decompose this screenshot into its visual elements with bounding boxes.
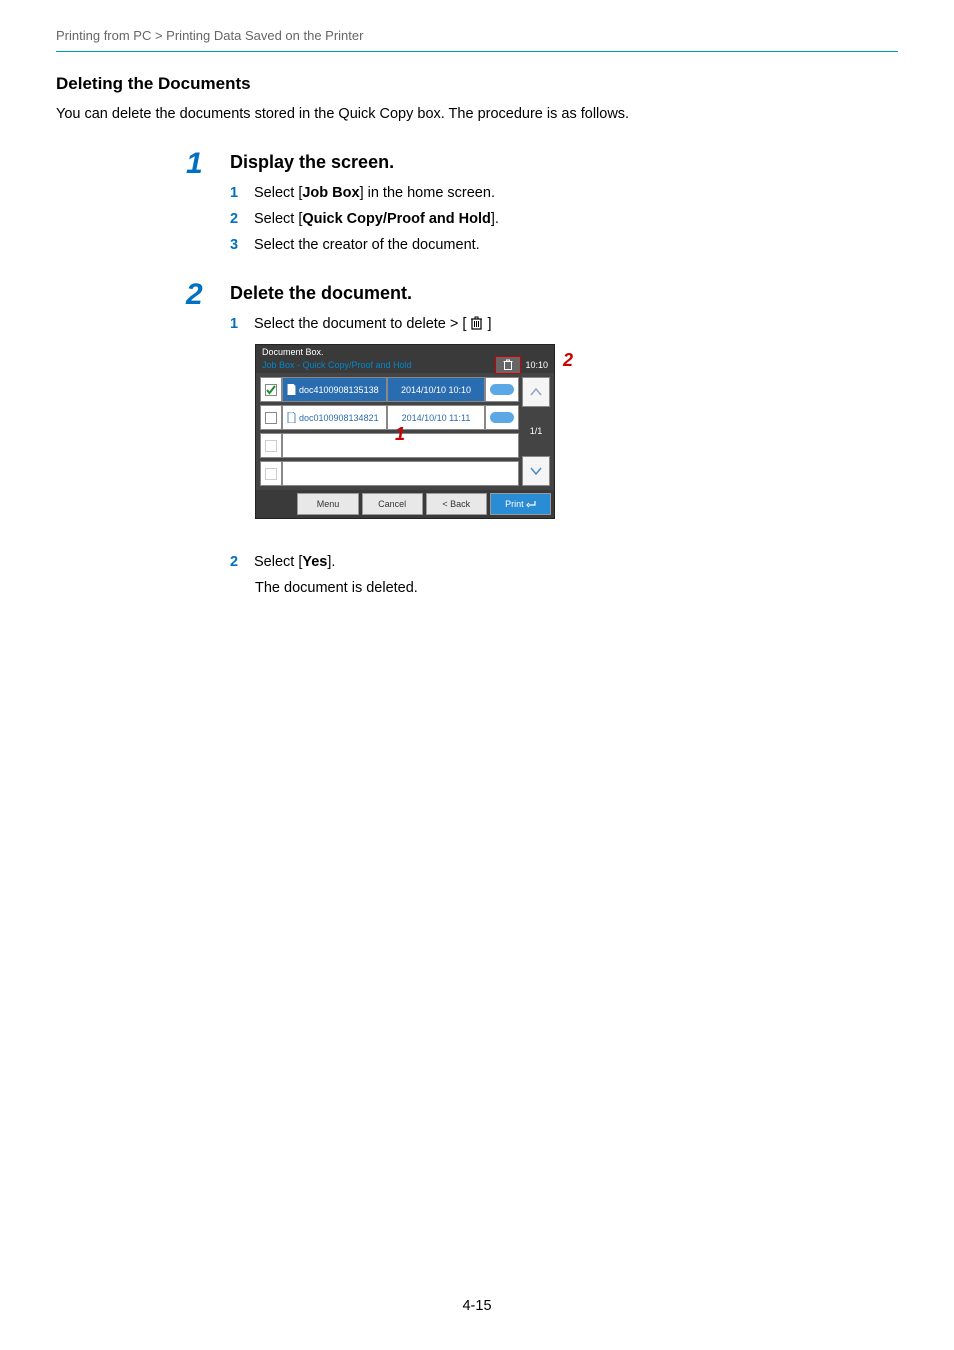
- step-1-sub-1: 1 Select [Job Box] in the home screen.: [230, 185, 898, 201]
- step-2-title: Delete the document.: [230, 283, 898, 304]
- back-button[interactable]: < Back: [426, 493, 487, 515]
- screen-subtitle: Job Box - Quick Copy/Proof and Hold: [262, 360, 412, 370]
- step-2-number: 2: [186, 280, 210, 596]
- substep-number: 2: [230, 211, 242, 227]
- print-button[interactable]: Print: [490, 493, 551, 515]
- chevron-up-icon: [530, 388, 542, 396]
- step-2-sub-1: 1 Select the document to delete > [ ]: [230, 316, 898, 334]
- button-spacer: [259, 493, 294, 515]
- substep-number: 3: [230, 237, 242, 253]
- step-1: 1 Display the screen. 1 Select [Job Box]…: [186, 152, 898, 263]
- doc-name-cell[interactable]: doc4100908135138: [282, 377, 387, 402]
- table-row[interactable]: doc0100908134821 2014/10/10 11:11: [260, 405, 519, 430]
- chevron-down-icon: [530, 467, 542, 475]
- table-row: [260, 461, 519, 486]
- info-pill[interactable]: [485, 405, 519, 430]
- trash-button[interactable]: [495, 356, 521, 374]
- substep-text: Select the creator of the document.: [254, 237, 480, 253]
- document-icon: [287, 412, 296, 423]
- intro-text: You can delete the documents stored in t…: [56, 106, 898, 122]
- cancel-button[interactable]: Cancel: [362, 493, 423, 515]
- doc-name-cell[interactable]: doc0100908134821: [282, 405, 387, 430]
- breadcrumb: Printing from PC > Printing Data Saved o…: [56, 28, 898, 52]
- enter-icon: [526, 500, 536, 508]
- substep-number: 2: [230, 554, 242, 570]
- checkbox[interactable]: [260, 461, 282, 486]
- substep-text: Select [Quick Copy/Proof and Hold].: [254, 211, 499, 227]
- scroll-down-button[interactable]: [522, 456, 550, 486]
- substep-text: Select [Yes].: [254, 554, 335, 570]
- scroll-up-button[interactable]: [522, 377, 550, 407]
- clock-label: 10:10: [525, 360, 548, 370]
- callout-2: 2: [563, 350, 573, 371]
- info-pill[interactable]: [485, 377, 519, 402]
- trash-icon: [503, 359, 513, 371]
- callout-1: 1: [395, 424, 405, 445]
- doc-date-cell: 2014/10/10 10:10: [387, 377, 485, 402]
- menu-button[interactable]: Menu: [297, 493, 358, 515]
- substep-text: Select the document to delete > [ ]: [254, 316, 492, 334]
- step-1-title: Display the screen.: [230, 152, 898, 173]
- table-row[interactable]: doc4100908135138 2014/10/10 10:10: [260, 377, 519, 402]
- device-screenshot: Document Box. Job Box - Quick Copy/Proof…: [255, 344, 585, 536]
- result-note: The document is deleted.: [255, 580, 898, 596]
- substep-number: 1: [230, 185, 242, 201]
- step-1-sub-2: 2 Select [Quick Copy/Proof and Hold].: [230, 211, 898, 227]
- substep-text: Select [Job Box] in the home screen.: [254, 185, 495, 201]
- page-number: 4-15: [0, 1298, 954, 1314]
- checkbox[interactable]: [260, 433, 282, 458]
- check-icon: [266, 385, 276, 395]
- trash-icon: [470, 316, 483, 334]
- document-icon: [287, 384, 296, 395]
- table-row: [260, 433, 519, 458]
- checkbox[interactable]: [260, 377, 282, 402]
- step-1-sub-3: 3 Select the creator of the document.: [230, 237, 898, 253]
- step-2: 2 Delete the document. 1 Select the docu…: [186, 283, 898, 596]
- substep-number: 1: [230, 316, 242, 332]
- page-indicator: 1/1: [522, 410, 550, 452]
- section-title: Deleting the Documents: [56, 74, 898, 94]
- checkbox[interactable]: [260, 405, 282, 430]
- step-1-number: 1: [186, 149, 210, 263]
- step-2-sub-2: 2 Select [Yes].: [230, 554, 898, 570]
